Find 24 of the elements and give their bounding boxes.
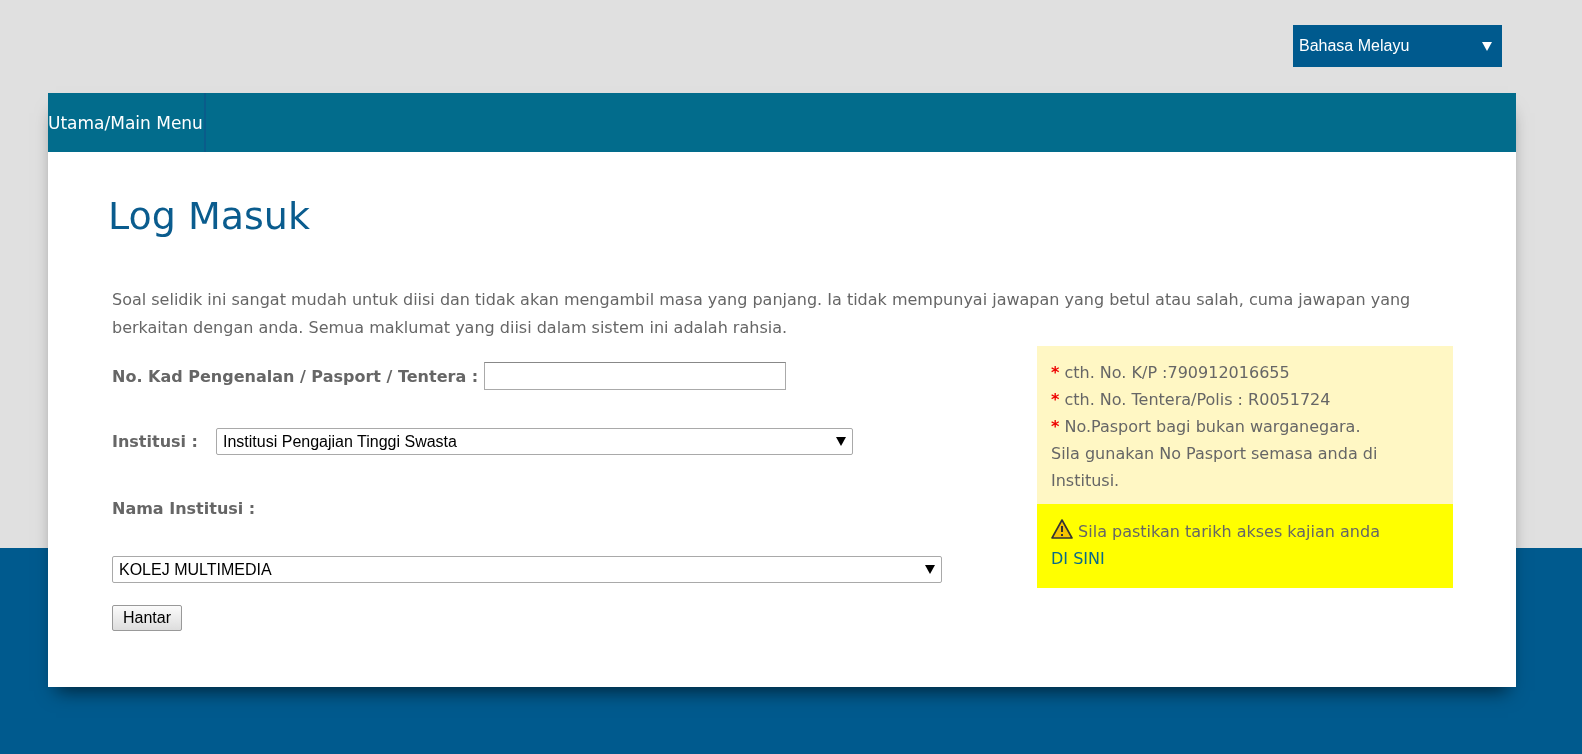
- hint-text: Sila gunakan No Pasport semasa anda di Institusi.: [1051, 444, 1378, 490]
- intro-paragraph: Soal selidik ini sangat mudah untuk diisi dan tidak akan mengambil masa yang panjang. Ia tidak mempunyai jawapan yang betul atau salah, cuma jawapan yang berkaitan dengan anda. Semua maklumat yang diisi dalam sistem ini adalah rahsia.: [112, 289, 1412, 339]
- hint-text: cth. No. Tentera/Polis : R0051724: [1064, 390, 1331, 409]
- required-mark: *: [1051, 363, 1060, 382]
- notice-text: Sila pastikan tarikh akses kajian anda: [1078, 522, 1380, 541]
- warning-icon: [1051, 519, 1073, 539]
- institution-name-select[interactable]: KOLEJ MULTIMEDIA: [112, 556, 942, 583]
- field-label: Institusi :: [112, 432, 198, 451]
- id-number-field[interactable]: [484, 362, 787, 390]
- required-mark: *: [1051, 417, 1060, 436]
- hint-text: cth. No. K/P :790912016655: [1064, 363, 1290, 382]
- institution-type-select[interactable]: Institusi Pengajian Tinggi Swasta: [216, 428, 853, 455]
- nav-menu-item[interactable]: Utama/Main Menu: [48, 93, 206, 152]
- submit-button[interactable]: Hantar: [112, 605, 183, 631]
- notice-link[interactable]: DI SINI: [1051, 549, 1105, 568]
- caret-icon: [925, 565, 935, 574]
- language-select[interactable]: Bahasa Melayu: [1293, 25, 1502, 67]
- page-title: Log Masuk: [108, 194, 311, 238]
- caret-icon: [1482, 41, 1492, 51]
- field-label: Nama Institusi :: [112, 499, 256, 518]
- field-label: No. Kad Pengenalan / Pasport / Tentera :: [112, 366, 479, 386]
- hint-text: No.Pasport bagi bukan warganegara.: [1064, 417, 1361, 436]
- caret-icon: [836, 437, 846, 446]
- required-mark: *: [1051, 390, 1060, 409]
